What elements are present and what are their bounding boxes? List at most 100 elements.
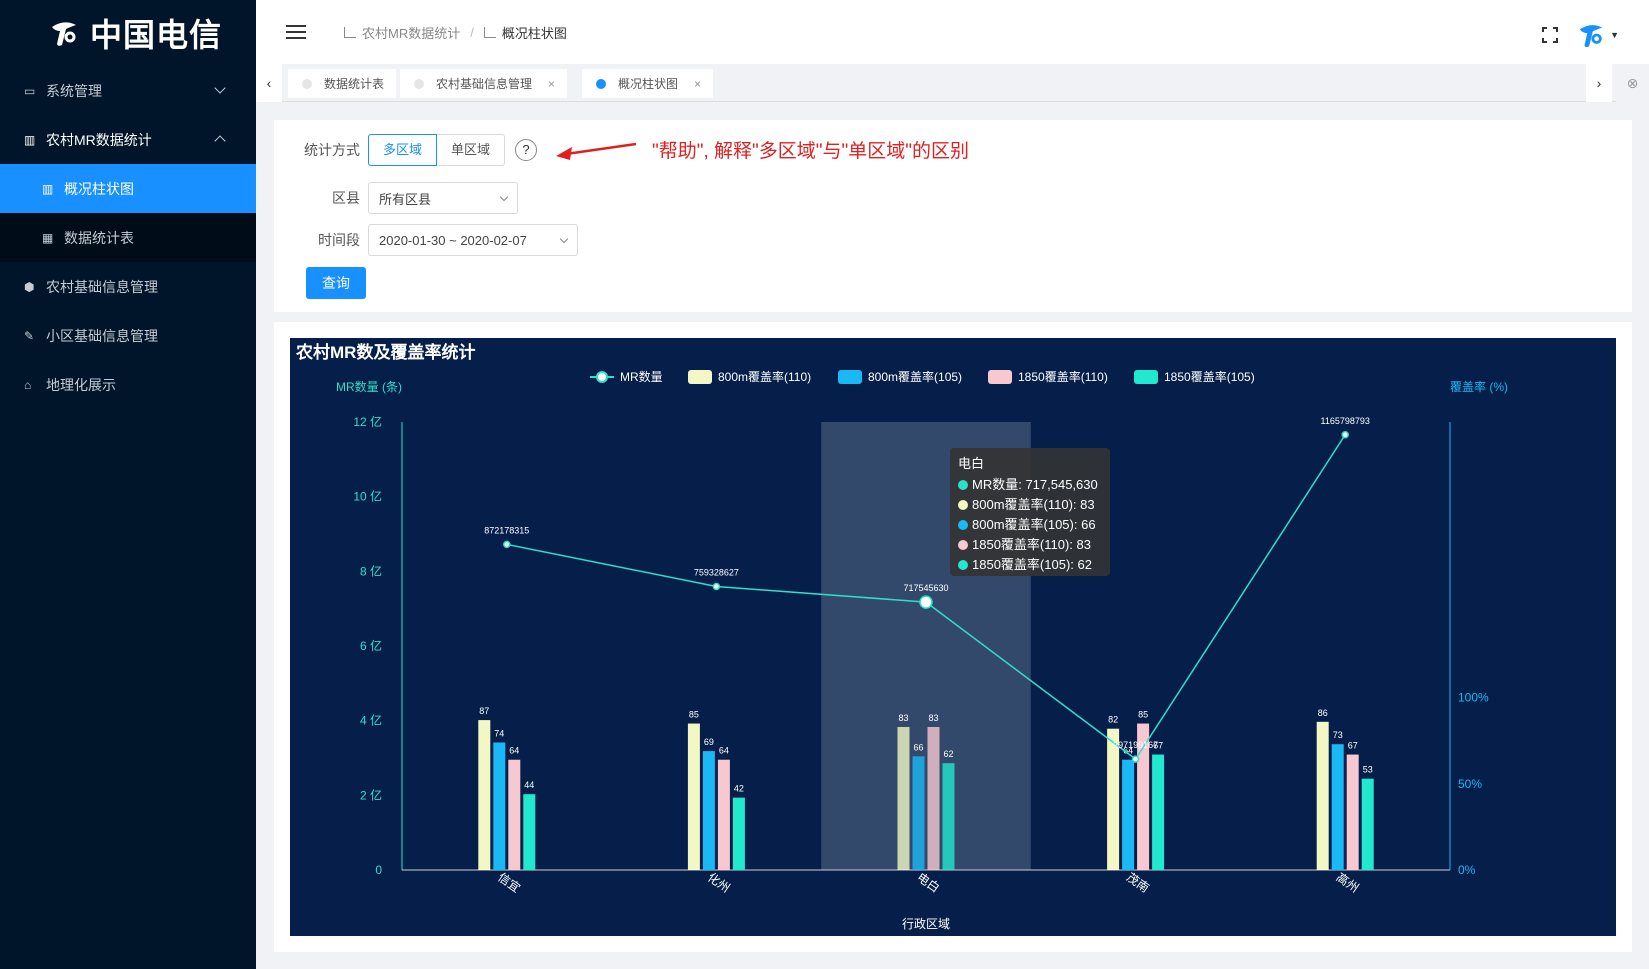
bar-value-label: 53: [1363, 765, 1373, 775]
bar: [732, 797, 745, 870]
close-icon[interactable]: ×: [694, 77, 701, 91]
sidebar-item[interactable]: ▦ 数据统计表: [0, 213, 256, 262]
bar: [523, 794, 536, 870]
legend-label: 800m覆盖率(105): [868, 369, 962, 384]
period-row: 时间段 2020-01-30 ~ 2020-02-07: [274, 224, 578, 256]
bar-value-label: 44: [524, 780, 534, 790]
chevron-up-icon[interactable]: [214, 135, 226, 147]
bar: [1316, 721, 1329, 870]
line-value-label: 872178315: [484, 525, 529, 535]
left-tick-label: 10 亿: [353, 489, 382, 504]
bar-chart-icon: [344, 26, 356, 38]
bar-value-label: 83: [928, 713, 938, 723]
breadcrumb-current: 概况柱状图: [501, 25, 567, 41]
tooltip-line: 800m覆盖率(105): 66: [972, 517, 1096, 532]
sidebar-item-label: 地理化展示: [46, 376, 116, 393]
query-button[interactable]: 查询: [306, 267, 366, 299]
bar-value-label: 85: [1138, 710, 1148, 720]
x-axis-label: 行政区域: [902, 917, 950, 931]
sidebar-item[interactable]: ⌂ 地理化展示: [0, 360, 256, 409]
tooltip-marker: [958, 480, 968, 490]
district-select-value: 所有区县: [379, 191, 432, 207]
tab-item[interactable]: 数据统计表: [288, 69, 397, 98]
bar: [1331, 744, 1344, 870]
tooltip-line: MR数量: 717,545,630: [972, 477, 1098, 492]
bar: [478, 720, 491, 870]
tooltip-marker: [958, 560, 968, 570]
telecom-icon: ✎: [24, 328, 35, 343]
breadcrumb-separator: /: [470, 24, 474, 40]
brand-logo: 中国电信: [0, 0, 256, 66]
table-icon: ▦: [42, 230, 54, 245]
bar: [927, 726, 940, 870]
sidebar-item[interactable]: ▥ 农村MR数据统计: [0, 115, 256, 164]
bar: [493, 742, 506, 870]
left-tick-label: 12 亿: [353, 414, 382, 429]
sidebar-item[interactable]: ▥ 概况柱状图: [0, 164, 256, 213]
close-icon[interactable]: ×: [548, 77, 555, 91]
mode-multi-button[interactable]: 多区域: [368, 134, 438, 166]
line-value-label: 297199167: [1113, 740, 1158, 750]
sidebar-item-label: 概况柱状图: [64, 180, 134, 197]
bar: [508, 759, 521, 870]
menu-toggle-icon[interactable]: [286, 25, 306, 39]
bar-value-label: 67: [1348, 741, 1358, 751]
legend-label: MR数量: [620, 369, 663, 384]
sidebar: 中国电信 ▭ 系统管理 ▥ 农村MR数据统计 ▥ 概况柱状图 ▦ 数据统计表 ⬢ 农村基础信息管理…: [0, 0, 256, 969]
bar: [1346, 754, 1359, 870]
bar-value-label: 73: [1333, 730, 1343, 740]
tab-bar: ‹ 数据统计表 农村基础信息管理 × 概况柱状图 × › ⊗: [256, 64, 1649, 102]
period-picker[interactable]: 2020-01-30 ~ 2020-02-07: [368, 224, 578, 256]
line-value-label: 1165798793: [1321, 416, 1370, 426]
line-value-label: 759328627: [694, 568, 739, 578]
bar-value-label: 64: [719, 746, 729, 756]
left-tick-label: 8 亿: [360, 563, 382, 578]
district-select[interactable]: 所有区县: [368, 182, 518, 214]
sidebar-item-label: 农村基础信息管理: [46, 278, 158, 295]
tooltip-title: 电白: [958, 456, 984, 471]
line-point: [919, 595, 933, 609]
tab-item[interactable]: 农村基础信息管理 ×: [400, 69, 568, 98]
sidebar-item[interactable]: ✎ 小区基础信息管理: [0, 311, 256, 360]
sidebar-item[interactable]: ⬢ 农村基础信息管理: [0, 262, 256, 311]
left-tick-label: 0: [375, 863, 382, 877]
bar-value-label: 86: [1318, 708, 1328, 718]
chart-title: 农村MR数及覆盖率统计: [295, 342, 475, 362]
legend-label: 1850覆盖率(105): [1164, 369, 1255, 384]
caret-down-icon: ▼: [1610, 30, 1619, 40]
bar: [897, 726, 910, 870]
bar: [1361, 778, 1374, 870]
bar-chart-icon: [483, 26, 496, 38]
bar-chart-icon: ▥: [24, 132, 36, 147]
side-menu: ▭ 系统管理 ▥ 农村MR数据统计 ▥ 概况柱状图 ▦ 数据统计表 ⬢ 农村基础信息管理 ✎ 小区基础…: [0, 66, 256, 409]
legend-swatch: [688, 370, 712, 384]
bar-value-label: 62: [943, 749, 953, 759]
tab-dot-icon: [596, 78, 606, 89]
sidebar-item[interactable]: ▭ 系统管理: [0, 66, 256, 115]
hexagon-icon: ⬢: [24, 279, 35, 294]
line-point: [1341, 431, 1349, 439]
bar-value-label: 85: [689, 710, 699, 720]
tooltip-marker: [958, 500, 968, 510]
legend-swatch: [838, 370, 862, 384]
tab-scroll-left-icon[interactable]: ‹: [256, 64, 282, 102]
right-tick-label: 100%: [1458, 691, 1489, 705]
chevron-down-icon[interactable]: [214, 82, 226, 94]
tab-item[interactable]: 概况柱状图 ×: [582, 69, 714, 98]
user-avatar[interactable]: ▼: [1576, 20, 1619, 50]
breadcrumb-item[interactable]: 农村MR数据统计: [362, 23, 460, 42]
bar-value-label: 74: [494, 728, 504, 738]
help-icon[interactable]: ?: [515, 139, 538, 161]
legend-swatch: [1134, 370, 1158, 384]
tooltip-line: 800m覆盖率(110): 83: [972, 497, 1095, 512]
close-all-tabs-icon[interactable]: ⊗: [1616, 64, 1649, 102]
bar-value-label: 82: [1108, 715, 1118, 725]
bar-value-label: 83: [898, 713, 908, 723]
line-point: [1131, 755, 1140, 763]
bar-value-label: 66: [913, 742, 923, 752]
header-actions: ▼: [1542, 20, 1619, 50]
fullscreen-icon[interactable]: [1542, 27, 1559, 43]
tab-scroll-right-icon[interactable]: ›: [1586, 64, 1612, 102]
sidebar-item-label: 系统管理: [46, 82, 102, 99]
mode-single-button[interactable]: 单区域: [437, 134, 506, 166]
